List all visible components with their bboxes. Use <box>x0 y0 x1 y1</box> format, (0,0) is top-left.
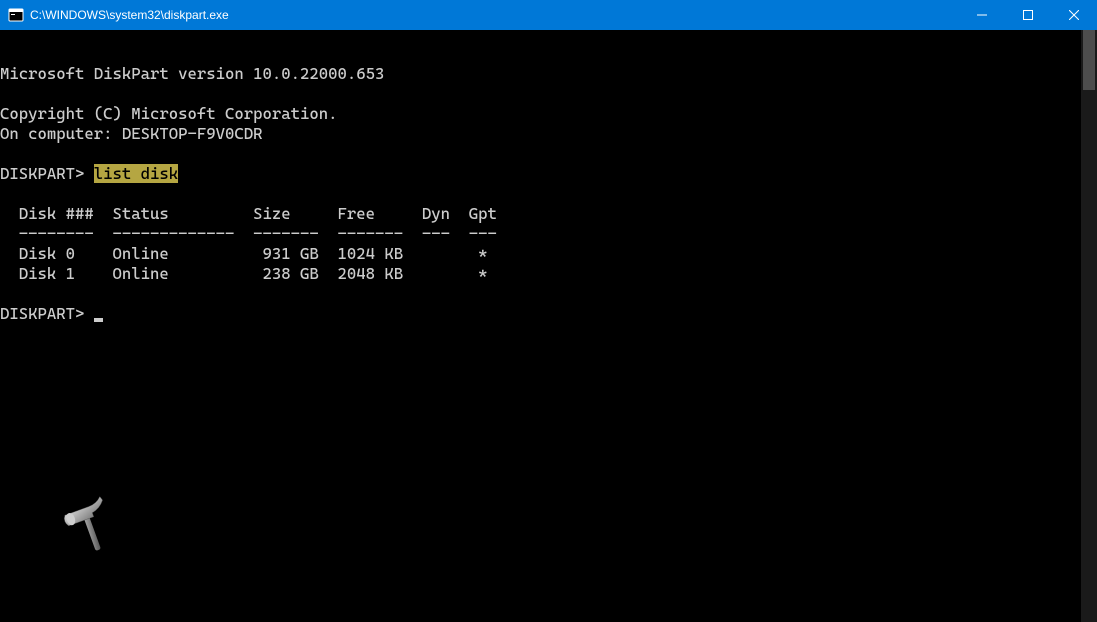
blank-line <box>0 144 1081 164</box>
titlebar[interactable]: C:\WINDOWS\system32\diskpart.exe <box>0 0 1097 30</box>
prompt-line: DISKPART> <box>0 304 1081 324</box>
scrollbar-thumb[interactable] <box>1083 30 1095 90</box>
terminal-output: Microsoft DiskPart version 10.0.22000.65… <box>0 30 1081 622</box>
table-row: Disk 1 Online 238 GB 2048 KB * <box>0 264 1081 284</box>
table-divider: -------- ------------- ------- ------- -… <box>0 224 1081 244</box>
window-controls <box>959 0 1097 30</box>
blank-line <box>0 84 1081 104</box>
app-icon <box>8 7 24 23</box>
blank-line <box>0 284 1081 304</box>
copyright-line: Copyright (C) Microsoft Corporation. <box>0 104 1081 124</box>
version-line: Microsoft DiskPart version 10.0.22000.65… <box>0 64 1081 84</box>
maximize-button[interactable] <box>1005 0 1051 30</box>
cursor <box>94 318 103 322</box>
computer-line: On computer: DESKTOP-F9V0CDR <box>0 124 1081 144</box>
minimize-button[interactable] <box>959 0 1005 30</box>
prompt-prefix: DISKPART> <box>0 304 94 323</box>
prompt-line: DISKPART> list disk <box>0 164 1081 184</box>
table-row: Disk 0 Online 931 GB 1024 KB * <box>0 244 1081 264</box>
close-button[interactable] <box>1051 0 1097 30</box>
vertical-scrollbar[interactable] <box>1081 30 1097 622</box>
table-header: Disk ### Status Size Free Dyn Gpt <box>0 204 1081 224</box>
diskpart-window: C:\WINDOWS\system32\diskpart.exe Microso… <box>0 0 1097 622</box>
blank-line <box>0 184 1081 204</box>
blank-line <box>0 44 1081 64</box>
command-text: list disk <box>94 164 178 183</box>
prompt-prefix: DISKPART> <box>0 164 94 183</box>
window-title: C:\WINDOWS\system32\diskpart.exe <box>30 8 959 22</box>
terminal-area[interactable]: Microsoft DiskPart version 10.0.22000.65… <box>0 30 1097 622</box>
